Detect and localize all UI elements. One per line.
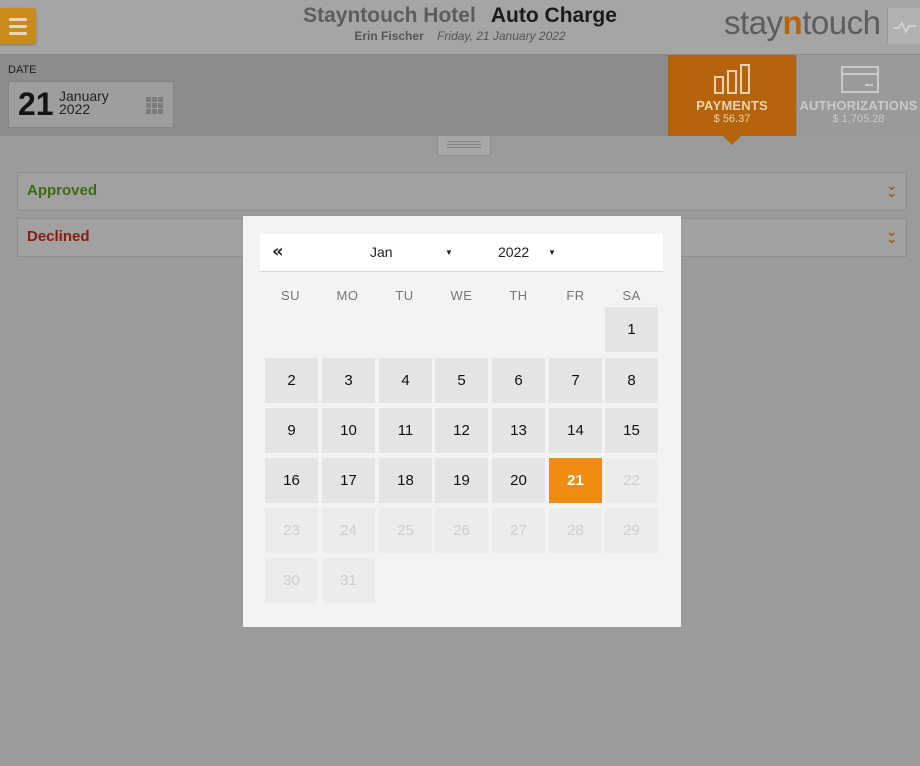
calendar-grid-icon <box>146 97 164 115</box>
prev-month-icon[interactable]: « <box>272 241 284 262</box>
app-header: Stayntouch Hotel Auto Charge Erin Fische… <box>0 0 920 55</box>
tab-payments[interactable]: PAYMENTS $ 56.37 <box>668 55 796 136</box>
calendar-day: 24 <box>322 508 375 553</box>
drag-handle[interactable] <box>437 136 491 156</box>
calendar-day: 25 <box>379 508 432 553</box>
activity-button[interactable] <box>887 8 920 44</box>
calendar-day[interactable]: 8 <box>605 358 658 403</box>
calendar-day: 28 <box>549 508 602 553</box>
date-picker-modal: « Jan ▼ 2022 ▼ SU MO TU WE TH FR SA 1234… <box>243 216 681 627</box>
calendar-day[interactable]: 19 <box>435 458 488 503</box>
calendar-day[interactable]: 17 <box>322 458 375 503</box>
logo-text: touch <box>802 4 881 41</box>
date-year: 2022 <box>59 101 91 117</box>
calendar-day-selected[interactable]: 21 <box>549 458 602 503</box>
user-name: Erin Fischer <box>354 29 424 43</box>
calendar-day[interactable]: 11 <box>379 408 432 453</box>
calendar-day: 29 <box>605 508 658 553</box>
hotel-name: Stayntouch Hotel <box>303 4 476 27</box>
weekday-label: TH <box>509 288 528 303</box>
weekday-label: WE <box>450 288 473 303</box>
calendar-day[interactable]: 1 <box>605 307 658 352</box>
logo-text: stay <box>724 4 783 41</box>
calendar-day[interactable]: 10 <box>322 408 375 453</box>
credit-card-icon <box>841 66 879 93</box>
calendar-day: 26 <box>435 508 488 553</box>
weekday-label: TU <box>395 288 414 303</box>
weekday-label: MO <box>336 288 359 303</box>
business-date: Friday, 21 January 2022 <box>437 29 566 43</box>
calendar-day: 22 <box>605 458 658 503</box>
calendar-day[interactable]: 14 <box>549 408 602 453</box>
active-tab-pointer <box>723 136 741 145</box>
pulse-icon <box>893 21 916 34</box>
approved-label: Approved <box>27 182 98 199</box>
calendar-day: 23 <box>265 508 318 553</box>
caret-down-icon: ▼ <box>548 248 556 257</box>
calendar-day: 30 <box>265 558 318 603</box>
tab-authorizations[interactable]: AUTHORIZATIONS $ 1,705.28 <box>797 55 920 136</box>
calendar-day[interactable]: 15 <box>605 408 658 453</box>
bar-chart-icon <box>714 64 750 94</box>
calendar-day[interactable]: 20 <box>492 458 545 503</box>
year-value: 2022 <box>498 244 530 260</box>
weekday-label: SA <box>622 288 641 303</box>
caret-down-icon: ▼ <box>445 248 453 257</box>
tab-payments-label: PAYMENTS <box>696 98 768 113</box>
chevron-double-down-icon: ⌄ ⌄ <box>886 179 897 201</box>
brand-logo: stayntouch <box>724 4 881 42</box>
tab-authorizations-label: AUTHORIZATIONS <box>799 98 918 113</box>
calendar-day: 31 <box>322 558 375 603</box>
weekday-label: FR <box>566 288 585 303</box>
calendar-day[interactable]: 12 <box>435 408 488 453</box>
calendar-day[interactable]: 5 <box>435 358 488 403</box>
page-title: Auto Charge <box>490 4 617 27</box>
calendar-header: « Jan ▼ 2022 ▼ <box>260 234 663 272</box>
calendar-day[interactable]: 13 <box>492 408 545 453</box>
date-picker-button[interactable]: 21 January 2022 <box>8 81 174 128</box>
calendar-day[interactable]: 16 <box>265 458 318 503</box>
date-day: 21 <box>18 86 54 122</box>
calendar-day: 27 <box>492 508 545 553</box>
declined-label: Declined <box>27 228 90 245</box>
tab-authorizations-amount: $ 1,705.28 <box>832 113 885 125</box>
calendar-day[interactable]: 18 <box>379 458 432 503</box>
calendar-day[interactable]: 2 <box>265 358 318 403</box>
date-month-year: January 2022 <box>59 89 109 117</box>
month-select[interactable]: Jan ▼ <box>370 244 465 260</box>
calendar-day[interactable]: 9 <box>265 408 318 453</box>
calendar-day[interactable]: 6 <box>492 358 545 403</box>
logo-text: n <box>782 4 803 41</box>
month-value: Jan <box>370 244 393 260</box>
year-select[interactable]: 2022 ▼ <box>498 244 558 260</box>
weekday-label: SU <box>280 288 301 303</box>
chevron-double-down-icon: ⌄ ⌄ <box>886 225 897 247</box>
tab-payments-amount: $ 56.37 <box>713 113 751 125</box>
calendar-day[interactable]: 4 <box>379 358 432 403</box>
date-label: DATE <box>8 64 37 76</box>
calendar-day[interactable]: 7 <box>549 358 602 403</box>
accordion-approved[interactable]: Approved ⌄ ⌄ <box>17 172 907 211</box>
calendar-day[interactable]: 3 <box>322 358 375 403</box>
